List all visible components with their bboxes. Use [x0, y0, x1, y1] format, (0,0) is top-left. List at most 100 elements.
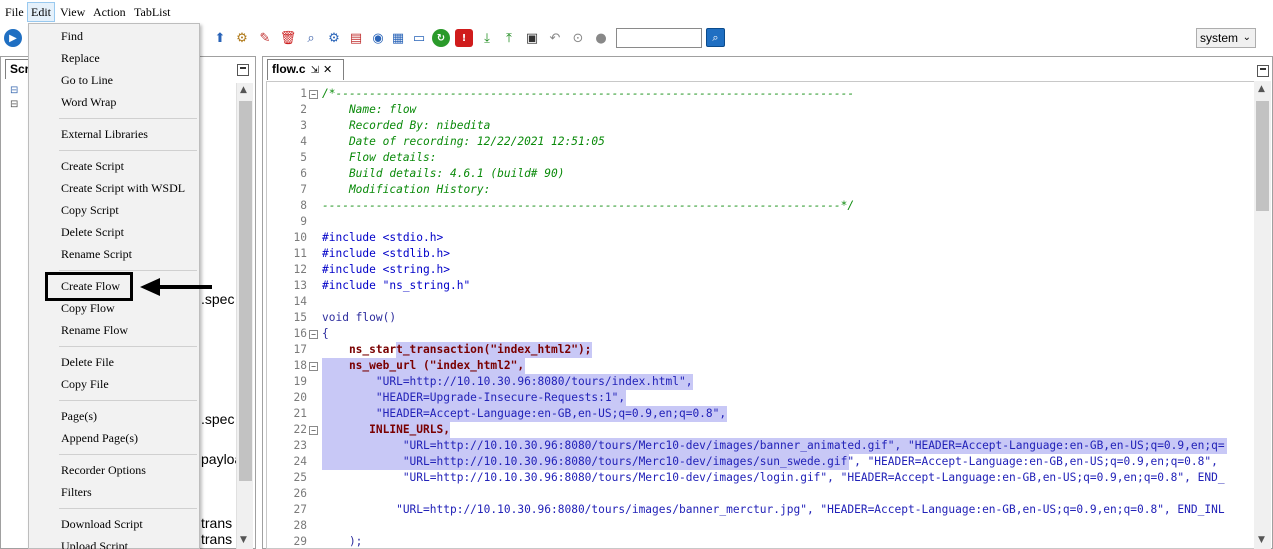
code-line[interactable]: 10 #include <stdio.h> [267, 230, 1254, 246]
menu-item-word-wrap[interactable]: Word Wrap [61, 93, 116, 111]
code-line[interactable]: 18− ns_web_url ("index_html2", [267, 358, 1254, 374]
tree-item-fragment[interactable]: trans [201, 515, 232, 531]
code-line[interactable]: 21 "HEADER=Accept-Language:en-GB,en-US;q… [267, 406, 1254, 422]
toolbar-search-input[interactable] [616, 28, 702, 48]
maximize-icon[interactable] [1257, 65, 1269, 77]
menu-item-copy-file[interactable]: Copy File [61, 375, 109, 393]
menu-item-delete-script[interactable]: Delete Script [61, 223, 124, 241]
tree-item-fragment[interactable]: trans [201, 531, 232, 547]
code-text: ----------------------------------------… [322, 199, 855, 212]
close-icon[interactable]: ✕ [323, 63, 332, 76]
menu-item-copy-script[interactable]: Copy Script [61, 201, 119, 219]
code-line[interactable]: 2 Name: flow [267, 102, 1254, 118]
code-line[interactable]: 22− INLINE_URLS, [267, 422, 1254, 438]
save-icon[interactable]: ▣ [523, 29, 541, 47]
maximize-icon[interactable] [237, 64, 249, 76]
search-icon[interactable]: ⌕ [302, 29, 320, 47]
code-line[interactable]: 29 ); [267, 534, 1254, 548]
menu-file[interactable]: File [2, 2, 27, 22]
menu-item-create-script-wsdl[interactable]: Create Script with WSDL [61, 179, 185, 197]
menu-item-replace[interactable]: Replace [61, 49, 100, 67]
code-line[interactable]: 6 Build details: 4.6.1 (build# 90) [267, 166, 1254, 182]
menu-item-append-pages[interactable]: Append Page(s) [61, 429, 138, 447]
code-line[interactable]: 5 Flow details: [267, 150, 1254, 166]
scroll-up-icon[interactable]: ▲ [1258, 84, 1265, 94]
tree-root-icon[interactable]: ⊟ [10, 85, 18, 96]
trash-icon[interactable]: 🗑 [279, 29, 297, 47]
code-editor[interactable]: 1−/*------------------------------------… [266, 81, 1255, 549]
menu-item-download-script[interactable]: Download Script [61, 515, 143, 533]
menu-item-rename-script[interactable]: Rename Script [61, 245, 132, 263]
edit-document-icon[interactable]: ✎ [256, 29, 274, 47]
scroll-up-icon[interactable]: ▲ [240, 85, 247, 95]
scroll-down-icon[interactable]: ▼ [240, 535, 247, 545]
export-icon[interactable]: ⤒ [500, 29, 518, 47]
fold-toggle-icon[interactable]: − [309, 426, 318, 435]
download-icon[interactable]: ⤓ [478, 29, 496, 47]
code-line[interactable]: 19 "URL=http://10.10.30.96:8080/tours/in… [267, 374, 1254, 390]
code-line[interactable]: 26 [267, 486, 1254, 502]
upload-arrow-icon[interactable]: ⬆ [211, 29, 229, 47]
menu-item-copy-flow[interactable]: Copy Flow [61, 299, 115, 317]
code-line[interactable]: 20 "HEADER=Upgrade-Insecure-Requests:1", [267, 390, 1254, 406]
code-line[interactable]: 11 #include <stdlib.h> [267, 246, 1254, 262]
code-line[interactable]: 4 Date of recording: 12/22/2021 12:51:05 [267, 134, 1254, 150]
settings-icon[interactable]: ⚙ [325, 29, 343, 47]
menu-item-external-libraries[interactable]: External Libraries [61, 125, 148, 143]
code-line[interactable]: 16−{ [267, 326, 1254, 342]
code-line[interactable]: 1−/*------------------------------------… [267, 86, 1254, 102]
code-line[interactable]: 23 "URL=http://10.10.30.96:8080/tours/Me… [267, 438, 1254, 454]
code-line[interactable]: 7 Modification History: [267, 182, 1254, 198]
code-line[interactable]: 13 #include "ns_string.h" [267, 278, 1254, 294]
globe-icon[interactable]: ◉ [369, 29, 387, 47]
scroll-thumb[interactable] [1256, 101, 1269, 211]
code-line[interactable]: 3 Recorded By: nibedita [267, 118, 1254, 134]
editor-scrollbar[interactable]: ▲ ▼ [1254, 81, 1271, 549]
menu-item-pages[interactable]: Page(s) [61, 407, 97, 425]
left-scrollbar[interactable]: ▲ ▼ [236, 83, 253, 549]
menu-item-rename-flow[interactable]: Rename Flow [61, 321, 128, 339]
code-line[interactable]: 28 [267, 518, 1254, 534]
tree-node-icon[interactable]: ⊟ [10, 99, 18, 110]
menu-item-find[interactable]: Find [61, 27, 83, 45]
code-line[interactable]: 27 "URL=http://10.10.30.96:8080/tours/im… [267, 502, 1254, 518]
play-icon[interactable]: ▶ [4, 29, 22, 47]
next-icon[interactable]: ⊙ [569, 29, 587, 47]
menu-tablist[interactable]: TabList [131, 2, 174, 22]
code-line[interactable]: 17 ns_start_transaction("index_html2"); [267, 342, 1254, 358]
fold-toggle-icon[interactable]: − [309, 330, 318, 339]
fold-toggle-icon[interactable]: − [309, 362, 318, 371]
tree-item-fragment[interactable]: .spec [201, 411, 234, 427]
code-line[interactable]: 8 ---------------------------------------… [267, 198, 1254, 214]
code-line[interactable]: 12 #include <string.h> [267, 262, 1254, 278]
refresh-icon[interactable]: ↻ [432, 29, 450, 47]
toolbar-search-button[interactable]: ⌕ [706, 28, 725, 47]
menu-item-create-script[interactable]: Create Script [61, 157, 124, 175]
menu-item-recorder-options[interactable]: Recorder Options [61, 461, 146, 479]
menu-item-filters[interactable]: Filters [61, 483, 92, 501]
menu-item-upload-script[interactable]: Upload Script [61, 537, 128, 549]
code-line[interactable]: 15 void flow() [267, 310, 1254, 326]
code-line[interactable]: 24 "URL=http://10.10.30.96:8080/tours/Me… [267, 454, 1254, 470]
stop-icon[interactable]: ! [455, 29, 473, 47]
menu-view[interactable]: View [57, 2, 88, 22]
tab-flow-c[interactable]: flow.c ⇲ ✕ [267, 59, 344, 80]
system-select[interactable]: system ⌄ [1196, 28, 1256, 48]
scroll-thumb[interactable] [239, 101, 252, 481]
notes-icon[interactable]: ▦ [389, 29, 407, 47]
code-line[interactable]: 9 [267, 214, 1254, 230]
scroll-down-icon[interactable]: ▼ [1258, 535, 1265, 545]
pin-icon[interactable]: ⇲ [311, 65, 319, 76]
code-line[interactable]: 14 [267, 294, 1254, 310]
menu-item-go-to-line[interactable]: Go to Line [61, 71, 113, 89]
record-icon[interactable]: ● [592, 29, 610, 47]
code-line[interactable]: 25 "URL=http://10.10.30.96:8080/tours/Me… [267, 470, 1254, 486]
menu-action[interactable]: Action [90, 2, 129, 22]
menu-item-delete-file[interactable]: Delete File [61, 353, 114, 371]
monitor-icon[interactable]: ▭ [410, 29, 428, 47]
fold-toggle-icon[interactable]: − [309, 90, 318, 99]
menu-edit[interactable]: Edit [27, 2, 55, 22]
gears-icon[interactable]: ⚙ [233, 29, 251, 47]
undo-icon[interactable]: ↶ [546, 29, 564, 47]
document-icon[interactable]: ▤ [347, 29, 365, 47]
